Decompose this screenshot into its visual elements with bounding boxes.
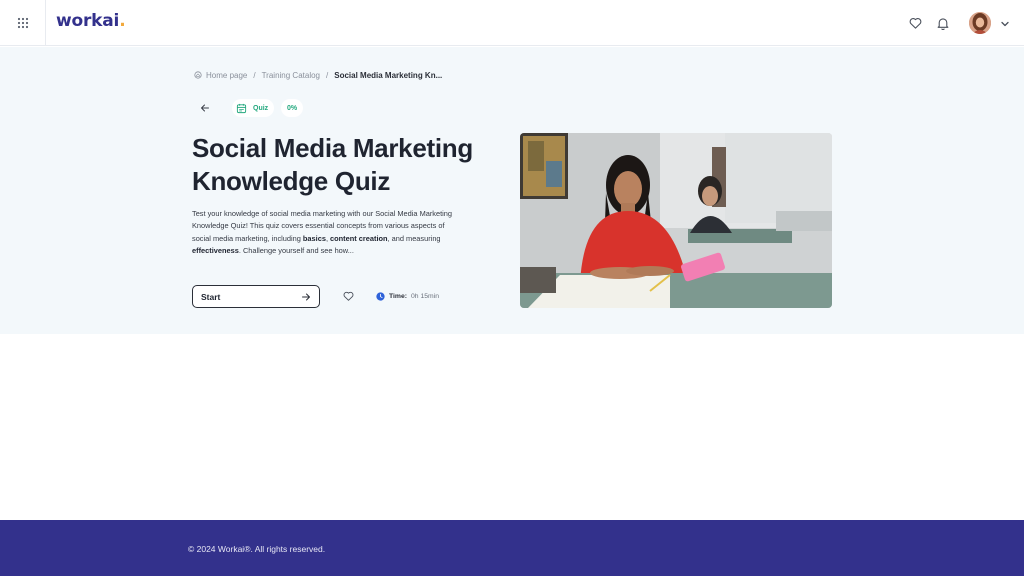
arrow-right-icon	[302, 293, 310, 300]
workai-logo[interactable]: workai.	[56, 11, 126, 31]
breadcrumb-home-label: Home page	[206, 70, 248, 80]
notifications-button[interactable]	[934, 14, 952, 32]
description-outro: . Challenge yourself and see how...	[238, 246, 354, 256]
top-navigation-bar: workai.	[0, 0, 1024, 46]
logo-text: workai	[56, 11, 120, 31]
heart-icon	[909, 18, 921, 29]
breadcrumb-training-catalog[interactable]: Training Catalog	[262, 71, 320, 80]
course-hero-section	[0, 47, 1024, 334]
bell-icon	[937, 17, 949, 30]
breadcrumb-home[interactable]: Home page	[194, 71, 247, 80]
description-keyword-content-creation: content creation	[330, 233, 388, 243]
user-avatar[interactable]	[969, 12, 991, 34]
footer	[0, 520, 1024, 576]
favorites-button[interactable]	[906, 14, 924, 32]
description-middle: , and measuring	[387, 233, 441, 243]
breadcrumb-separator: /	[326, 70, 329, 80]
description-keyword-basics: basics	[302, 233, 326, 243]
start-button-label: Start	[201, 291, 221, 302]
account-menu-toggle[interactable]	[999, 17, 1011, 29]
start-quiz-button[interactable]: Start	[192, 285, 320, 308]
home-icon	[194, 71, 202, 79]
logo-dot: .	[119, 11, 126, 31]
time-label: Time:	[389, 292, 408, 300]
content-type-label: Quiz	[253, 104, 269, 112]
copyright-text: © 2024 Workai®. All rights reserved.	[188, 544, 326, 554]
breadcrumb-separator: /	[253, 70, 256, 80]
quiz-calendar-icon	[236, 103, 247, 113]
clock-icon	[376, 291, 385, 301]
content-type-badge: Quiz	[232, 99, 275, 117]
breadcrumb: Home page / Training Catalog / Social Me…	[194, 69, 442, 81]
back-button[interactable]	[198, 101, 212, 115]
time-value: 0h 15min	[411, 292, 439, 300]
course-cover-image	[520, 133, 832, 308]
arrow-left-icon	[201, 104, 209, 112]
heart-icon	[343, 291, 353, 301]
breadcrumb-current-page: Social Media Marketing Kn...	[334, 70, 443, 80]
chevron-down-icon	[1001, 21, 1009, 27]
course-description: Test your knowledge of social media mark…	[192, 208, 454, 258]
course-title: Social Media Marketing Knowledge Quiz	[192, 133, 473, 196]
progress-badge: 0%	[281, 99, 304, 117]
duration-info: Time: 0h 15min	[376, 291, 439, 301]
add-to-favorites-button[interactable]	[341, 289, 355, 303]
apps-menu-button[interactable]	[0, 0, 46, 46]
apps-grid-icon	[17, 17, 28, 29]
description-keyword-effectiveness: effectiveness	[192, 246, 239, 256]
